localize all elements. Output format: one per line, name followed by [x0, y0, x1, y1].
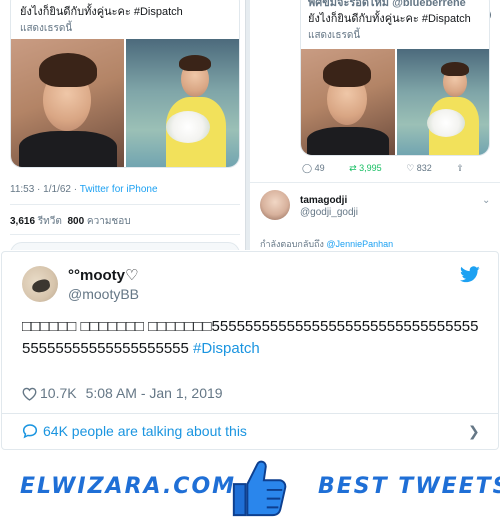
share-icon[interactable]: ⇪ [456, 163, 464, 174]
tweet-stats: 3,616 รีทวีต 800 ความชอบ [10, 214, 131, 229]
like-count[interactable]: 10.7K [40, 385, 77, 401]
tweet-timestamp: 11:53 · 1/1/62 · Twitter for iPhone [10, 184, 158, 195]
photo-left[interactable] [301, 49, 395, 155]
likes-count[interactable]: 800 [67, 216, 84, 227]
thumbs-up-icon [232, 460, 287, 517]
divider [10, 204, 240, 205]
screenshot-collage: ยังไงก็ยินดีกับทั้งคู่นะคะ #Dispatch แสด… [0, 0, 500, 250]
reply-user-handle: @godji_godji [300, 207, 358, 218]
replying-to-handle[interactable]: @JenniePanhan [326, 239, 393, 249]
left-tweet-panel: ยังไงก็ยินดีกับทั้งคู่นะคะ #Dispatch แสด… [0, 0, 246, 250]
retweets-count[interactable]: 3,616 [10, 216, 35, 227]
photo-hair [39, 53, 97, 87]
photo-flowers [166, 111, 210, 143]
replying-to-label: กำลังตอบกลับถึง [260, 239, 324, 249]
tagline: BEST TWEETS [318, 474, 500, 499]
user-handle[interactable]: @mootyBB [68, 286, 139, 302]
tweet-actions: ◯ 49 ⇄ 3,995 ♡ 832 ⇪ [302, 163, 486, 174]
avatar-figure [30, 278, 52, 294]
hashtag-link[interactable]: #Dispatch [193, 340, 260, 357]
quoted-header: พิศขมจะรอดไหม @blueberrene [308, 0, 466, 9]
divider [2, 413, 498, 414]
photo-flowers [427, 109, 465, 137]
photo-right[interactable] [397, 49, 489, 155]
embedded-tweet: °°mooty♡ @mootyBB □□□□□□ □□□□□□□ □□□□□□□… [1, 251, 499, 450]
talking-text: 64K people are talking about this [43, 423, 247, 439]
talking-link[interactable]: 64K people are talking about this [22, 423, 247, 439]
quoted-tweet-card[interactable]: ยังไงก็ยินดีกับทั้งคู่นะคะ #Dispatch แสด… [10, 0, 240, 168]
avatar[interactable] [260, 190, 290, 220]
right-tweet-panel: i พิศขมจะรอดไหม @blueberrene ยังไงก็ยินด… [250, 0, 500, 250]
photo-hair [441, 62, 469, 76]
divider [250, 182, 500, 183]
quoted-text: ยังไงก็ยินดีกับทั้งคู่นะคะ #Dispatch [308, 13, 471, 25]
source-link[interactable]: Twitter for iPhone [80, 184, 158, 195]
photo-right[interactable] [126, 39, 239, 167]
reply-user-name[interactable]: tamagodji [300, 195, 347, 206]
photo-left[interactable] [11, 39, 124, 167]
tweet-text: □□□□□□ □□□□□□□ □□□□□□□555555555555555555… [22, 316, 484, 360]
like-action[interactable]: ♡ 832 [406, 163, 432, 174]
speech-bubble-icon [22, 424, 38, 439]
twitter-bird-icon[interactable] [460, 266, 480, 283]
display-name[interactable]: °°mooty♡ [68, 266, 138, 284]
tweet-time[interactable]: 5:08 AM - Jan 1, 2019 [86, 385, 223, 401]
quoted-tweet-card[interactable]: พิศขมจะรอดไหม @blueberrene ยังไงก็ยินดีก… [300, 0, 490, 156]
like-count: 832 [416, 163, 432, 173]
chevron-right-icon[interactable]: ❯ [468, 423, 480, 440]
photo-hair [323, 59, 371, 87]
timestamp-text: 11:53 · 1/1/62 · [10, 184, 80, 195]
replying-to: กำลังตอบกลับถึง @JenniePanhan [260, 237, 393, 250]
avatar[interactable] [22, 266, 58, 302]
retweets-label: รีทวีต [37, 216, 62, 227]
retweet-count: 3,995 [359, 163, 382, 173]
chevron-down-icon[interactable]: ⌄ [482, 195, 490, 206]
photo-shirt [19, 131, 117, 167]
reply-action[interactable]: ◯ 49 [302, 163, 325, 174]
photo-shirt [307, 127, 389, 155]
likes-label: ความชอบ [86, 216, 131, 227]
next-card [10, 242, 240, 250]
show-thread-link[interactable]: แสดงเธรดนี้ [308, 28, 360, 43]
reply-count: 49 [314, 163, 325, 173]
divider [10, 234, 240, 235]
quoted-text: ยังไงก็ยินดีกับทั้งคู่นะคะ #Dispatch [20, 6, 183, 18]
show-thread-link[interactable]: แสดงเธรดนี้ [20, 21, 72, 36]
heart-icon[interactable] [22, 387, 37, 401]
brand-banner: ELWIZARA.COM BEST TWEETS [0, 451, 500, 524]
tweet-meta: 10.7K 5:08 AM - Jan 1, 2019 [22, 385, 223, 401]
retweet-action[interactable]: ⇄ 3,995 [349, 163, 382, 174]
photo-hair [179, 55, 211, 71]
site-name: ELWIZARA.COM [20, 474, 237, 499]
